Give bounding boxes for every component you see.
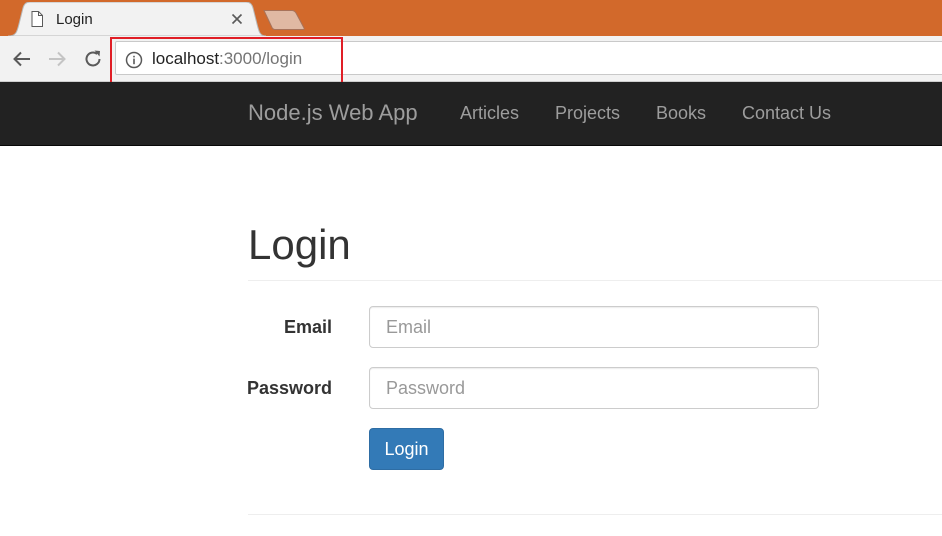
new-tab-icon[interactable]	[262, 10, 306, 30]
page-title: Login	[248, 221, 351, 268]
nav-link-articles[interactable]: Articles	[460, 103, 519, 123]
forward-arrow-icon[interactable]	[46, 48, 68, 70]
page-icon	[31, 11, 43, 27]
reload-icon[interactable]	[82, 48, 104, 70]
browser-toolbar: localhost :3000/login	[0, 36, 942, 82]
tab-shape	[8, 2, 266, 36]
back-arrow-icon[interactable]	[11, 48, 33, 70]
password-field[interactable]	[369, 367, 819, 409]
tab-title: Login	[56, 11, 93, 28]
nav-link-books[interactable]: Books	[656, 103, 706, 123]
password-label: Password	[246, 378, 332, 398]
email-label: Email	[283, 317, 332, 337]
site-navbar: Node.js Web App Articles Projects Books …	[0, 82, 942, 146]
browser-tab-login[interactable]: Login	[8, 2, 266, 36]
nav-link-contact-us[interactable]: Contact Us	[742, 103, 831, 123]
address-bar[interactable]: localhost :3000/login	[115, 41, 942, 75]
email-field[interactable]	[369, 306, 819, 348]
title-divider	[248, 280, 942, 281]
footer-divider	[248, 514, 942, 515]
url-host: localhost	[152, 49, 220, 68]
nav-link-projects[interactable]: Projects	[555, 103, 620, 123]
browser-tabstrip: Login	[0, 0, 942, 36]
url-path: :3000/login	[219, 49, 303, 68]
info-icon[interactable]	[125, 51, 143, 69]
close-icon[interactable]	[230, 12, 244, 26]
login-button[interactable]: Login	[369, 428, 444, 470]
navbar-brand[interactable]: Node.js Web App	[248, 101, 418, 125]
